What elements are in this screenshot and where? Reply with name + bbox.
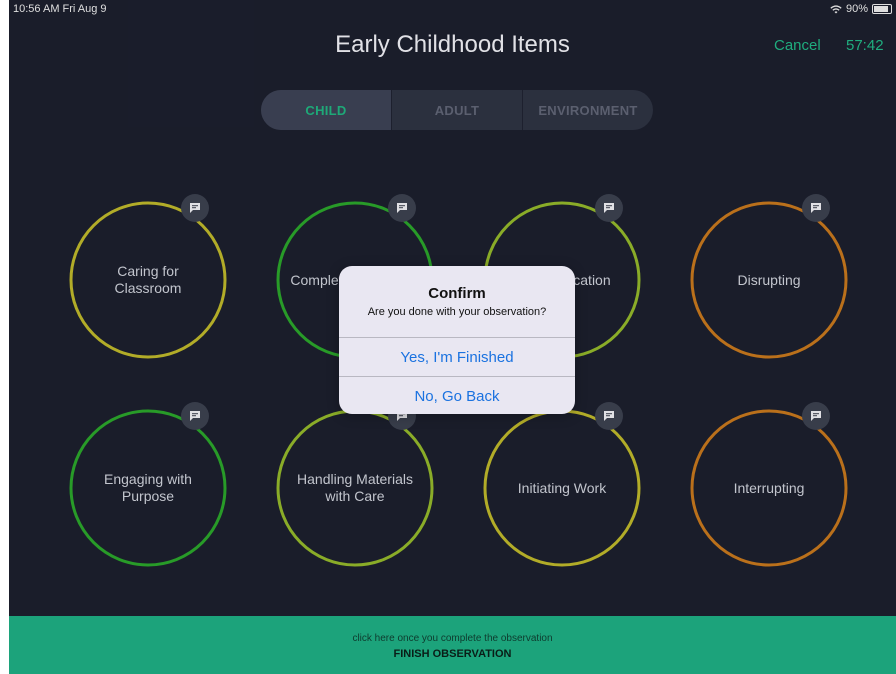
finish-label: FINISH OBSERVATION bbox=[393, 648, 512, 660]
confirm-finished-button[interactable]: Yes, I'm Finished bbox=[339, 337, 575, 376]
finish-hint: click here once you complete the observa… bbox=[352, 633, 553, 644]
dialog-message: Are you done with your observation? bbox=[367, 306, 547, 318]
dialog-title: Confirm bbox=[428, 285, 486, 302]
confirm-dialog: Confirm Are you done with your observati… bbox=[339, 266, 575, 414]
go-back-button[interactable]: No, Go Back bbox=[339, 376, 575, 414]
app-screen: 10:56 AM Fri Aug 9 90% Early Childhood I… bbox=[9, 0, 896, 674]
finish-observation-button[interactable]: click here once you complete the observa… bbox=[9, 616, 896, 674]
